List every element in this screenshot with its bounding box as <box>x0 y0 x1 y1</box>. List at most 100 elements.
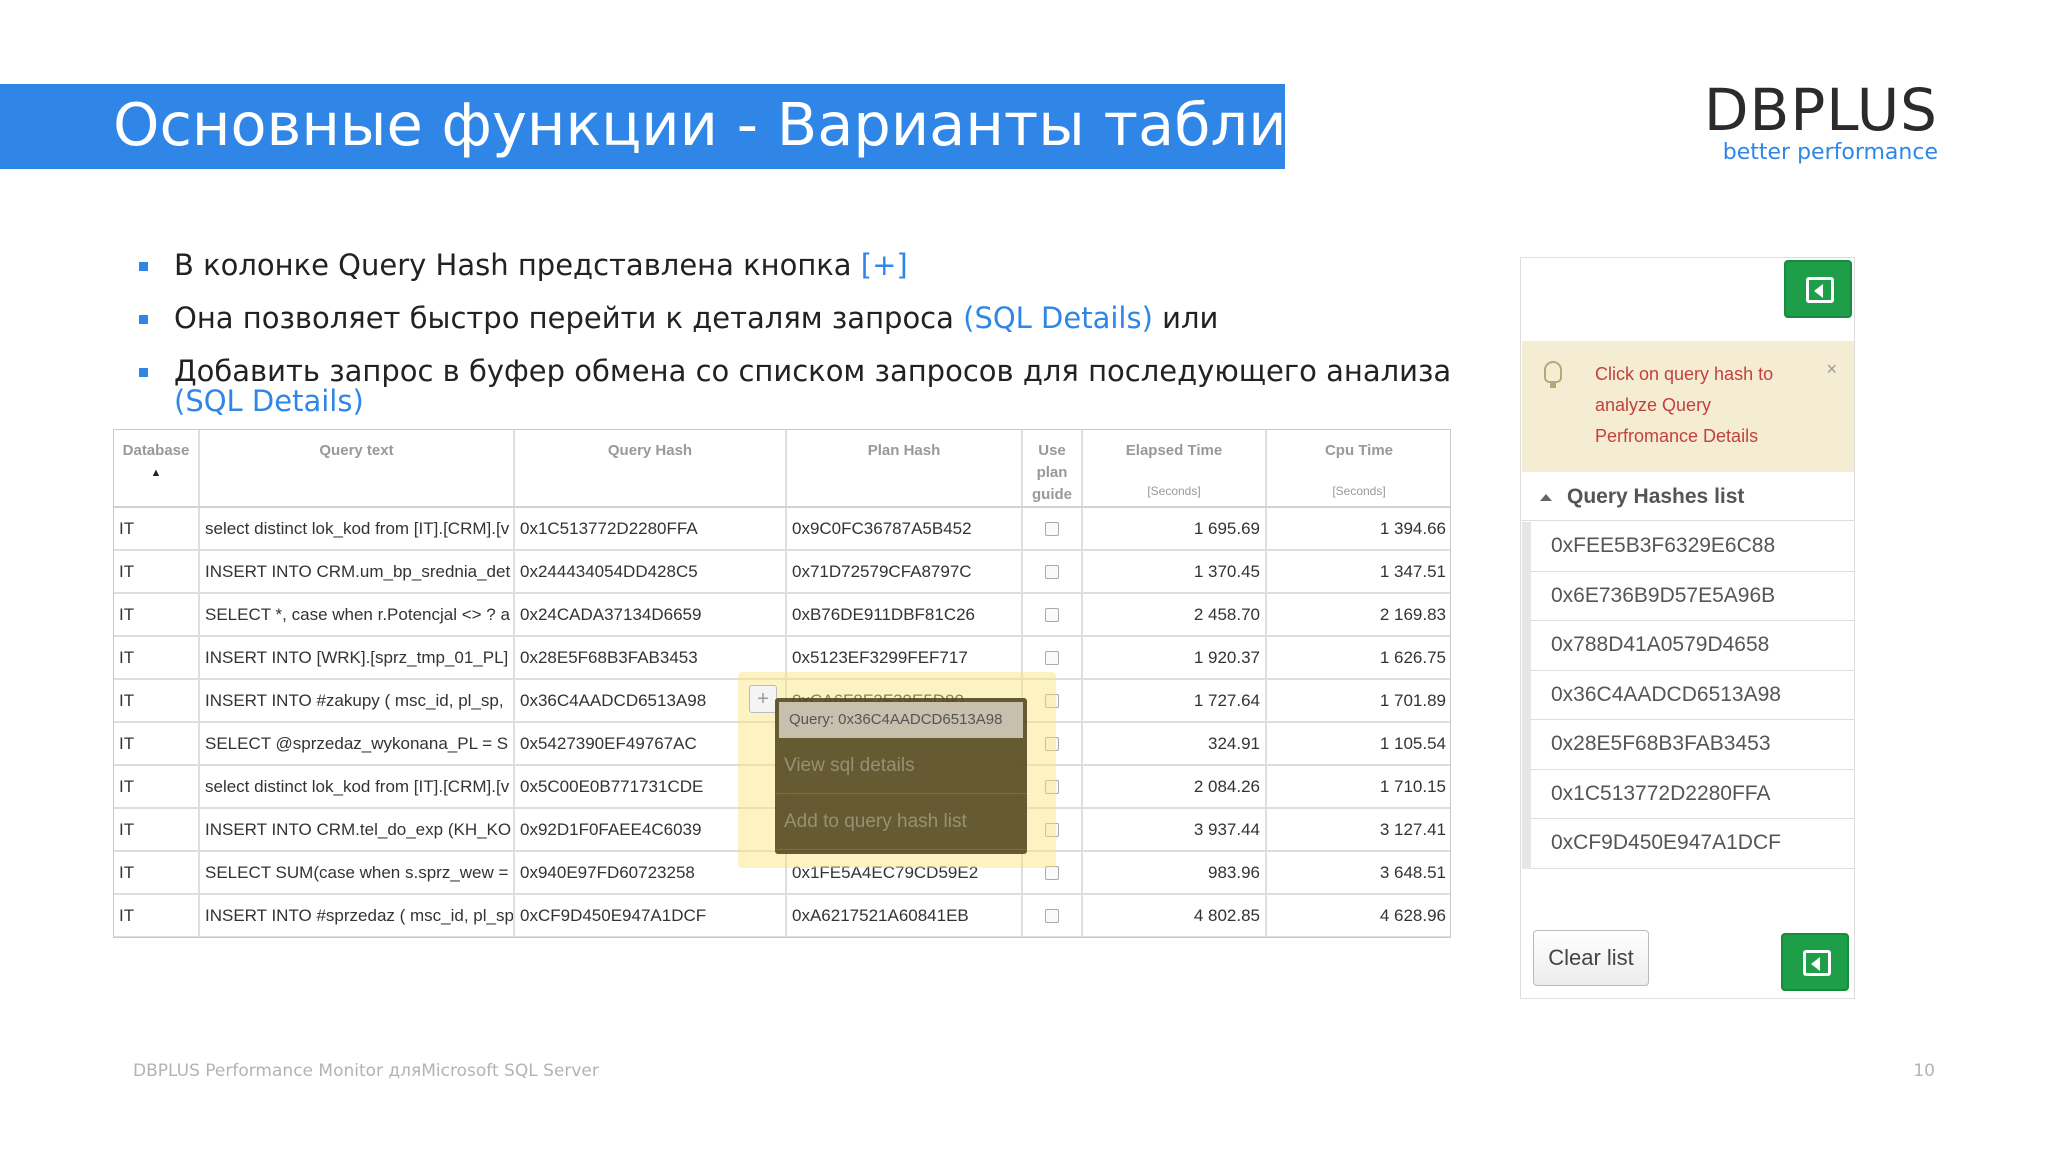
cell-plan-guide <box>1022 550 1083 594</box>
cell-query-text: INSERT INTO [WRK].[sprz_tmp_01_PL] <box>199 636 515 680</box>
cell-database: IT <box>114 894 200 937</box>
plan-guide-checkbox[interactable] <box>1045 522 1059 537</box>
hash-list-title: Query Hashes list <box>1567 485 1745 508</box>
cell-database: IT <box>114 679 200 723</box>
info-alert: Click on query hash to analyze Query Per… <box>1522 341 1854 472</box>
cell-database: IT <box>114 507 200 551</box>
cell-database: IT <box>114 851 200 895</box>
alert-message: Click on query hash to analyze Query Per… <box>1595 364 1774 446</box>
hash-list-item[interactable]: 0x6E736B9D57E5A96B <box>1531 572 1854 621</box>
plan-guide-checkbox[interactable] <box>1045 866 1059 881</box>
cell-elapsed: 4 802.85 <box>1082 894 1267 937</box>
plan-guide-checkbox[interactable] <box>1045 565 1059 580</box>
cell-query-hash[interactable]: 0x1C513772D2280FFA <box>514 507 787 551</box>
cell-query-text: SELECT @sprzedaz_wykonana_PL = S <box>199 722 515 766</box>
cell-elapsed: 983.96 <box>1082 851 1267 895</box>
cell-query-text: select distinct lok_kod from [IT].[CRM].… <box>199 765 515 809</box>
cell-query-text: SELECT SUM(case when s.sprz_wew = <box>199 851 515 895</box>
query-hash-context-menu: Query: 0x36C4AADCD6513A98 View sql detai… <box>775 698 1027 854</box>
dbplus-logo: DBPLUS better performance <box>1704 78 1938 166</box>
sort-asc-icon: ▲ <box>150 467 162 479</box>
slide-title: Основные функции - Варианты таблиц <box>113 90 1327 159</box>
logo-tagline: better performance <box>1722 140 1938 165</box>
cell-cpu: 1 701.89 <box>1266 679 1450 723</box>
cell-elapsed: 1 727.64 <box>1082 679 1267 723</box>
lightbulb-icon <box>1544 361 1562 388</box>
bullet-marker <box>139 262 148 271</box>
view-sql-details-item[interactable]: View sql details <box>775 738 1027 794</box>
slide-footer: DBPLUS Performance Monitor дляMicrosoft … <box>133 1061 599 1081</box>
cell-elapsed: 3 937.44 <box>1082 808 1267 852</box>
cell-elapsed: 1 370.45 <box>1082 550 1267 594</box>
bullet-text: Добавить запрос в буфер обмена со списко… <box>174 354 1452 388</box>
bullet-marker <box>139 315 148 324</box>
bullet-text: В колонке Query Hash представлена кнопка <box>174 248 861 282</box>
table-row[interactable]: IT select distinct lok_kod from [IT].[CRM… <box>114 507 1450 551</box>
hash-list-item[interactable]: 0x28E5F68B3FAB3453 <box>1531 720 1854 770</box>
cell-query-hash[interactable]: 0xCF9D450E947A1DCF <box>514 894 787 937</box>
cell-elapsed: 2 084.26 <box>1082 765 1267 809</box>
cell-plan-guide <box>1022 894 1083 937</box>
elapsed-unit: [Seconds] <box>1147 484 1201 498</box>
cell-cpu: 3 648.51 <box>1266 851 1450 895</box>
col-header-use-plan-guide[interactable]: Use plan guide <box>1022 430 1083 508</box>
bullet-highlight: [+] <box>860 248 908 282</box>
cell-database: IT <box>114 722 200 766</box>
col-header-database[interactable]: Database ▲ <box>114 430 200 508</box>
table-header-row: Database ▲ Query text Query Hash Plan Has… <box>114 430 1450 508</box>
bullet-text: Она позволяет быстро перейти к деталям з… <box>174 301 964 335</box>
col-header-query-text[interactable]: Query text <box>199 430 515 508</box>
cell-cpu: 3 127.41 <box>1266 808 1450 852</box>
cell-database: IT <box>114 593 200 637</box>
table-row[interactable]: IT INSERT INTO CRM.um_bp_srednia_det 0x244… <box>114 550 1450 594</box>
cell-database: IT <box>114 808 200 852</box>
plan-guide-checkbox[interactable] <box>1045 909 1059 924</box>
title-banner: Основные функции - Варианты таблиц <box>0 84 1327 169</box>
cell-plan-hash: 0x71D72579CFA8797C <box>786 550 1023 594</box>
cell-query-text: INSERT INTO #zakupy ( msc_id, pl_sp, <box>199 679 515 723</box>
bullet-highlight: (SQL Details) <box>174 384 364 418</box>
excel-export-icon <box>1803 950 1831 976</box>
table-row[interactable]: IT SELECT *, case when r.Potencjal <> ? a… <box>114 593 1450 637</box>
col-header-cpu-time[interactable]: Cpu Time [Seconds] <box>1266 430 1450 508</box>
clear-list-button[interactable]: Clear list <box>1533 930 1649 986</box>
cell-database: IT <box>114 636 200 680</box>
hash-list-item[interactable]: 0x36C4AADCD6513A98 <box>1531 671 1854 720</box>
cell-plan-hash: 0x9C0FC36787A5B452 <box>786 507 1023 551</box>
cell-cpu: 4 628.96 <box>1266 894 1450 937</box>
cell-query-text: INSERT INTO CRM.um_bp_srednia_det <box>199 550 515 594</box>
col-header-query-hash[interactable]: Query Hash <box>514 430 787 508</box>
cell-query-text: INSERT INTO #sprzedaz ( msc_id, pl_sp <box>199 894 515 937</box>
cell-cpu: 1 626.75 <box>1266 636 1450 680</box>
cell-elapsed: 1 920.37 <box>1082 636 1267 680</box>
logo-wordmark: DBPLUS <box>1703 76 1938 144</box>
col-header-plan-hash[interactable]: Plan Hash <box>786 430 1023 508</box>
cell-query-hash[interactable]: 0x244434054DD428C5 <box>514 550 787 594</box>
hash-list-item[interactable]: 0xCF9D450E947A1DCF <box>1531 819 1854 869</box>
hash-list-item[interactable]: 0xFEE5B3F6329E6C88 <box>1531 522 1854 572</box>
hash-list-header[interactable]: Query Hashes list <box>1522 473 1854 521</box>
hash-list-item[interactable]: 0x788D41A0579D4658 <box>1531 621 1854 671</box>
table-row[interactable]: IT INSERT INTO #sprzedaz ( msc_id, pl_sp 0… <box>114 894 1450 937</box>
cell-cpu: 1 710.15 <box>1266 765 1450 809</box>
cell-cpu: 1 105.54 <box>1266 722 1450 766</box>
add-to-hash-list-item[interactable]: Add to query hash list <box>775 794 1027 850</box>
col-header-elapsed-time[interactable]: Elapsed Time [Seconds] <box>1082 430 1267 508</box>
plan-guide-checkbox[interactable] <box>1045 651 1059 666</box>
cell-query-text: INSERT INTO CRM.tel_do_exp (KH_KO <box>199 808 515 852</box>
cell-plan-guide <box>1022 507 1083 551</box>
page-number: 10 <box>1913 1061 1935 1081</box>
export-excel-button[interactable] <box>1784 260 1852 318</box>
bullet-highlight: (SQL Details) <box>963 301 1153 335</box>
plan-guide-checkbox[interactable] <box>1045 608 1059 623</box>
hash-list-item[interactable]: 0x1C513772D2280FFA <box>1531 770 1854 819</box>
close-icon[interactable]: × <box>1826 359 1837 380</box>
query-hash-plus-button[interactable]: + <box>749 685 777 713</box>
bullet-marker <box>139 368 148 377</box>
cell-database: IT <box>114 550 200 594</box>
cell-plan-hash: 0xA6217521A60841EB <box>786 894 1023 937</box>
export-excel-button-bottom[interactable] <box>1781 933 1849 991</box>
cell-query-hash[interactable]: 0x24CADA37134D6659 <box>514 593 787 637</box>
cell-cpu: 1 347.51 <box>1266 550 1450 594</box>
context-menu-header: Query: 0x36C4AADCD6513A98 <box>779 702 1023 738</box>
